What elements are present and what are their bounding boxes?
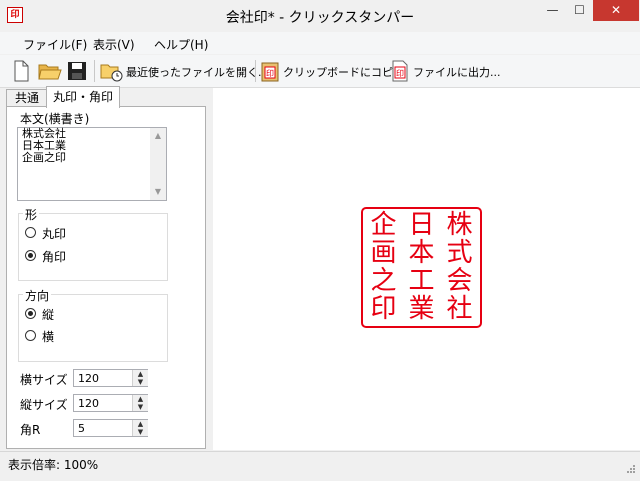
seal-char: 印 [370,294,397,324]
resize-grip-icon[interactable] [624,464,636,476]
corner-radius-input[interactable]: 5 ▲ ▼ [73,419,148,437]
menu-view[interactable]: 表示(V) [93,36,135,53]
tab-round-square-stamp[interactable]: 丸印・角印 [46,86,120,108]
width-label: 横サイズ [20,373,68,387]
seal-char: 画 [370,238,397,268]
height-label: 縦サイズ [20,398,68,412]
seal-char: 式 [446,238,473,268]
seal-char: 会 [446,266,473,296]
corner-radius-value[interactable]: 5 [78,422,85,435]
save-disk-icon[interactable] [67,60,87,82]
seal-char: 日 [408,210,435,240]
width-input[interactable]: 120 ▲ ▼ [73,369,148,387]
zoom-status: 表示倍率: 100% [8,458,99,472]
open-folder-icon[interactable] [38,60,62,82]
radio-horizontal-label[interactable]: 横 [42,328,54,345]
recent-files-button[interactable]: 最近使ったファイルを開く... [126,64,269,80]
height-stepper[interactable]: ▲ ▼ [132,395,148,411]
radio-square-stamp[interactable] [25,250,36,261]
direction-group-title: 方向 [23,287,52,304]
clipboard-stamp-icon[interactable]: 印 [260,60,280,82]
radio-horizontal[interactable] [25,330,36,341]
seal-char: 之 [370,266,397,296]
minimize-button[interactable]: — [539,0,566,21]
new-file-icon[interactable] [11,60,31,82]
scroll-down-icon[interactable]: ▼ [150,184,166,200]
svg-text:印: 印 [266,69,274,78]
close-button[interactable]: ✕ [593,0,639,21]
height-value[interactable]: 120 [78,397,99,410]
file-output-icon[interactable]: 印 [390,60,410,82]
copy-to-clipboard-button[interactable]: クリップボードにコピー [283,64,404,80]
width-stepper[interactable]: ▲ ▼ [132,370,148,386]
height-input[interactable]: 120 ▲ ▼ [73,394,148,412]
seal-char: 社 [446,294,473,324]
recent-files-icon[interactable] [100,60,124,82]
shape-group-title: 形 [23,206,40,223]
menu-help[interactable]: ヘルプ(H) [154,36,208,53]
radio-round-stamp[interactable] [25,227,36,238]
seal-char: 本 [408,238,435,268]
textarea-scrollbar[interactable]: ▲ ▼ [150,128,166,200]
menu-file[interactable]: ファイル(F) [23,36,87,53]
radio-round-stamp-label[interactable]: 丸印 [42,225,66,242]
corner-radius-label: 角R [20,423,41,437]
maximize-button[interactable]: ☐ [566,0,593,21]
radio-vertical-label[interactable]: 縦 [42,306,54,323]
radio-square-stamp-label[interactable]: 角印 [42,248,66,265]
toolbar-separator [94,60,95,82]
seal-char: 株 [446,210,473,240]
seal-char: 企 [370,210,397,240]
width-value[interactable]: 120 [78,372,99,385]
seal-char: 業 [408,294,435,324]
shape-group [18,213,168,281]
svg-text:印: 印 [396,69,404,78]
seal-char: 工 [408,266,435,296]
corner-radius-stepper[interactable]: ▲ ▼ [132,420,148,436]
toolbar-separator [255,60,256,82]
stamp-seal: 株 式 会 社 日 本 工 業 企 画 之 印 [361,207,482,328]
body-text-value[interactable]: 株式会社 日本工業 企画之印 [22,128,66,164]
radio-vertical[interactable] [25,308,36,319]
scroll-up-icon[interactable]: ▲ [150,128,166,144]
tab-common[interactable]: 共通 [6,89,48,107]
body-text-label: 本文(横書き) [20,112,90,126]
direction-group [18,294,168,362]
output-to-file-button[interactable]: ファイルに出力... [413,64,501,80]
